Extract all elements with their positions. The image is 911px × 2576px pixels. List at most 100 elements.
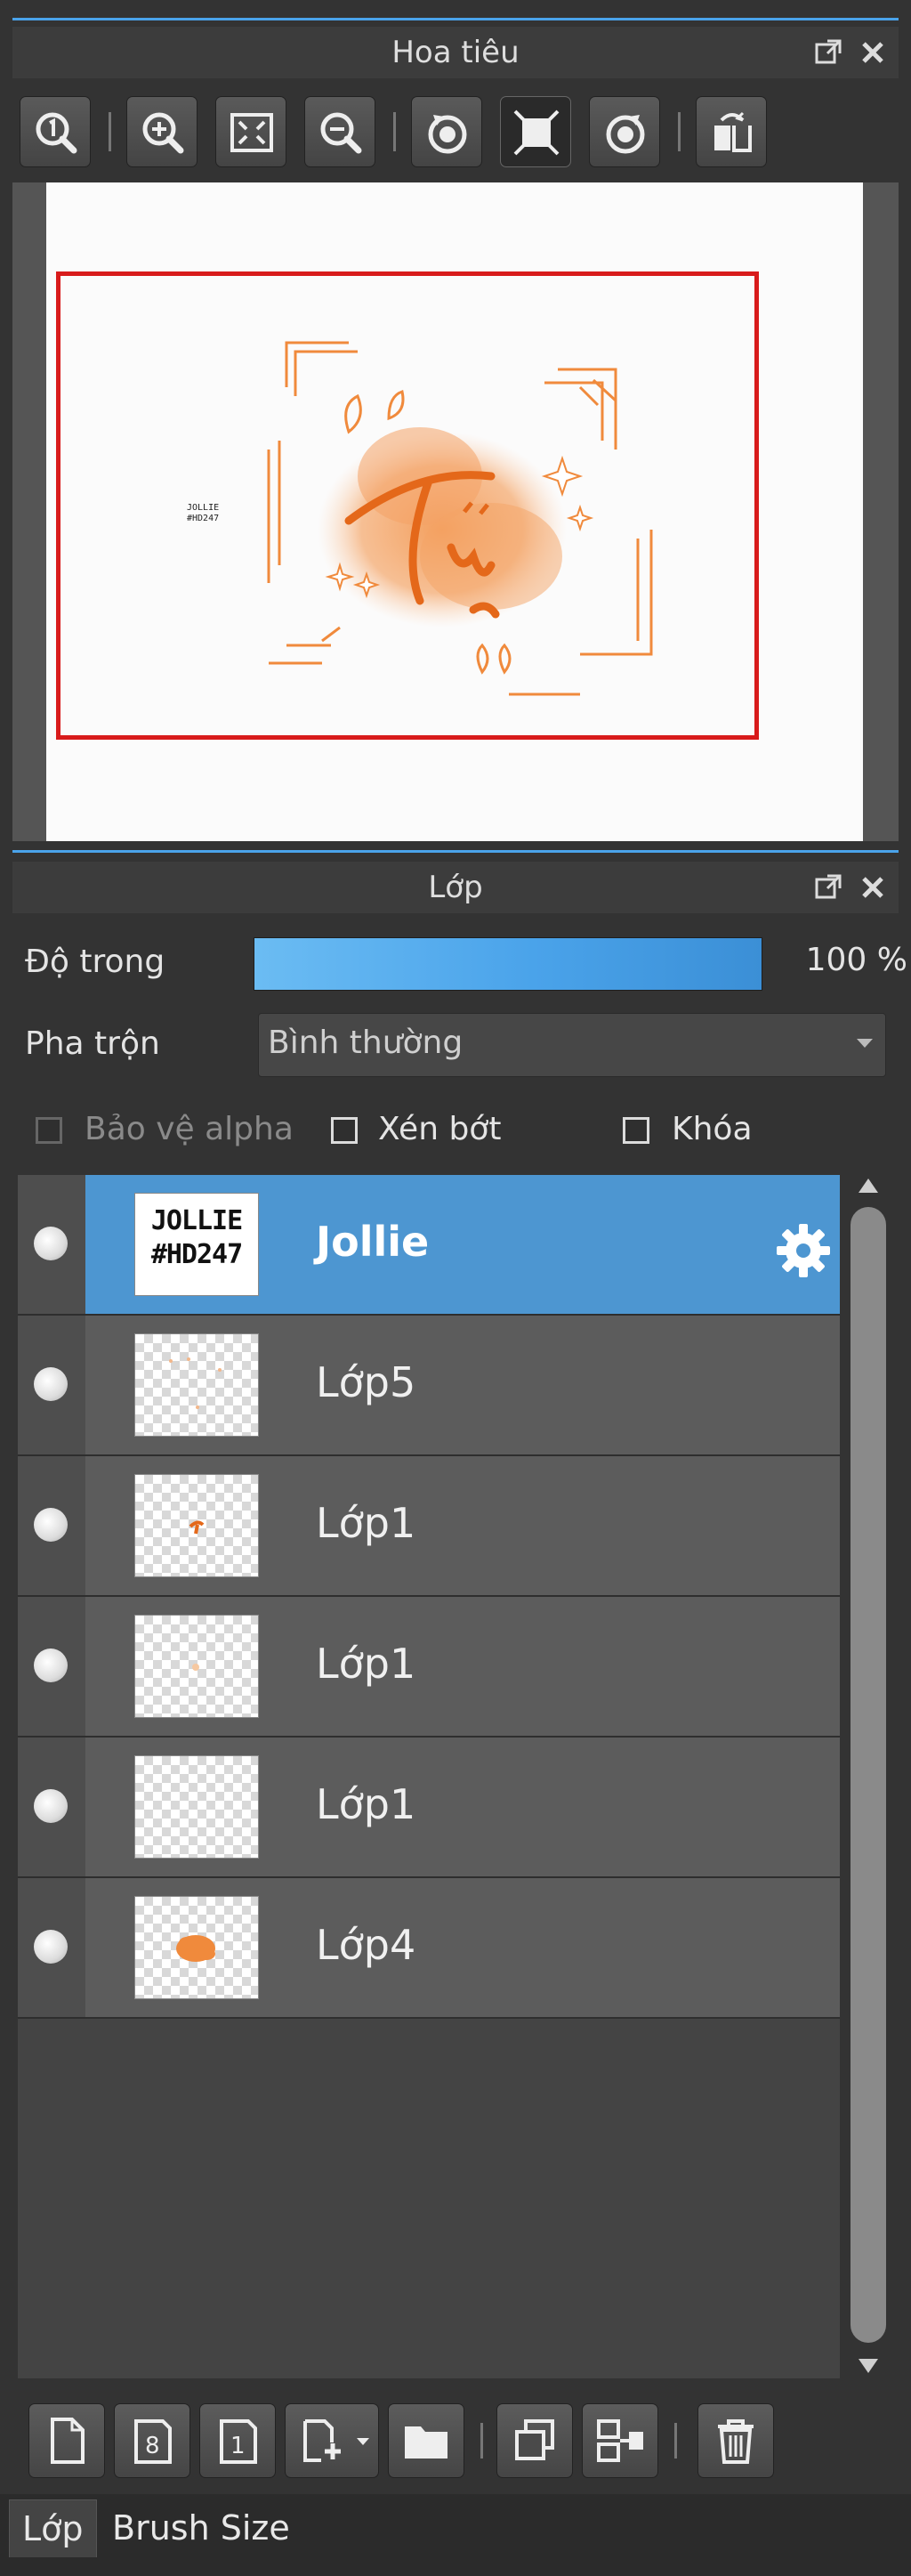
layer-1bit-icon: 1 [220,2419,257,2464]
zoom-in-button[interactable] [126,96,198,167]
scrollbar-thumb[interactable] [851,1207,886,2343]
zoom-in-icon [142,112,184,154]
layer-row[interactable]: Lớp1 [18,1738,840,1878]
layer-row[interactable]: Lớp5 [18,1316,840,1456]
layer-row[interactable]: Lớp4 [18,1878,840,2019]
opacity-value: 100 % [805,942,907,978]
blend-mode-label: Pha trộn [25,1025,160,1062]
navigator-header: Hoa tiêu [12,27,899,78]
panel-accent-line [12,850,899,853]
new-folder-button[interactable] [388,2403,464,2478]
svg-text:1: 1 [230,2433,246,2459]
blend-mode-select[interactable]: Bình thường [258,1013,886,1077]
zoom-out-icon [320,112,362,154]
visibility-column [18,1597,85,1736]
visibility-column [18,1878,85,2017]
layer-name: Lớp5 [316,1358,416,1406]
layer-name: Lớp1 [316,1499,416,1547]
add-layer-icon [303,2419,341,2462]
navigator-title: Hoa tiêu [391,35,520,70]
flip-horizontal-icon [714,111,752,152]
navigator-toolbar [12,89,899,178]
close-icon[interactable] [858,872,888,903]
fit-to-window-button[interactable] [215,96,286,167]
merge-layer-button[interactable] [582,2403,658,2478]
lock-checkbox[interactable] [623,1117,649,1144]
layer-row[interactable]: JOLLIE #HD247 Jollie [18,1175,840,1316]
scroll-down-icon[interactable] [859,2359,878,2373]
opacity-slider[interactable] [254,937,762,991]
visibility-toggle[interactable] [34,1227,68,1260]
layer-row[interactable]: Lớp1 [18,1597,840,1738]
close-icon[interactable] [858,37,888,68]
popout-icon[interactable] [813,872,843,903]
zoom-actual-size-icon [36,112,77,154]
visibility-toggle[interactable] [34,1930,68,1964]
visibility-toggle[interactable] [34,1367,68,1401]
new-8bit-layer-button[interactable]: 8 [114,2403,190,2478]
rotate-left-button[interactable] [411,96,482,167]
tab-layers[interactable]: Lớp [9,2499,97,2557]
panel-tabbar: Lớp Brush Size [0,2494,911,2576]
fit-to-window-icon [230,113,273,152]
visibility-toggle[interactable] [34,1789,68,1823]
layer-name: Jollie [316,1218,430,1266]
layer-thumbnail [134,1333,259,1437]
clipping-checkbox[interactable] [331,1117,358,1144]
layer-scrollbar[interactable] [845,1175,891,2378]
visibility-column [18,1456,85,1595]
blend-mode-value: Bình thường [268,1025,464,1061]
layer-toolbar: 8 1 [12,2394,899,2487]
visibility-toggle[interactable] [34,1648,68,1682]
new-1bit-layer-button[interactable]: 1 [199,2403,276,2478]
layer-list: JOLLIE #HD247 Jollie Lớp5 Lớp1 Lớp1 Lớp1… [18,1175,840,2378]
add-layer-menu-button[interactable] [285,2403,379,2478]
gear-icon[interactable] [772,1219,834,1282]
duplicate-icon [515,2419,554,2460]
clipping-label: Xén bớt [378,1111,502,1147]
protect-alpha-label: Bảo vệ alpha [85,1111,294,1147]
layer-name: Lớp4 [316,1921,416,1969]
tab-brush-size[interactable]: Brush Size [100,2499,302,2556]
chevron-down-icon [857,1039,873,1048]
merge-down-icon [597,2419,643,2462]
reset-view-button[interactable] [500,96,571,167]
rotate-left-icon [428,115,467,154]
flip-horizontal-button[interactable] [696,96,767,167]
layer-thumbnail [134,1615,259,1718]
reset-view-icon [513,109,560,156]
zoom-actual-size-button[interactable] [20,96,91,167]
layer-8bit-icon: 8 [134,2419,172,2464]
duplicate-layer-button[interactable] [496,2403,573,2478]
opacity-label: Độ trong [25,944,165,980]
chevron-down-icon [357,2438,369,2445]
popout-icon[interactable] [813,37,843,68]
layer-thumbnail-text: JOLLIE #HD247 [150,1205,243,1270]
layers-title: Lớp [428,870,483,905]
visibility-column [18,1316,85,1454]
layer-name: Lớp1 [316,1780,416,1828]
layer-thumbnail [134,1474,259,1577]
visibility-toggle[interactable] [34,1508,68,1542]
rotate-right-icon [606,115,645,154]
new-page-icon [51,2418,85,2464]
folder-icon [405,2426,447,2459]
layer-thumbnail [134,1755,259,1859]
panel-accent-line [12,18,899,20]
layer-thumbnail: JOLLIE #HD247 [134,1193,259,1296]
zoom-out-button[interactable] [304,96,375,167]
rotate-right-button[interactable] [589,96,660,167]
lock-label: Khóa [672,1111,753,1147]
trash-icon [718,2419,754,2464]
layers-header: Lớp [12,862,899,913]
layer-name: Lớp1 [316,1640,416,1688]
new-layer-button[interactable] [28,2403,105,2478]
protect-alpha-checkbox[interactable] [36,1117,62,1144]
visibility-column [18,1175,85,1314]
delete-layer-button[interactable] [697,2403,774,2478]
layer-thumbnail [134,1896,259,1999]
viewport-rectangle[interactable] [56,271,759,740]
visibility-column [18,1738,85,1876]
layer-row[interactable]: Lớp1 [18,1456,840,1597]
scroll-up-icon[interactable] [859,1179,878,1193]
